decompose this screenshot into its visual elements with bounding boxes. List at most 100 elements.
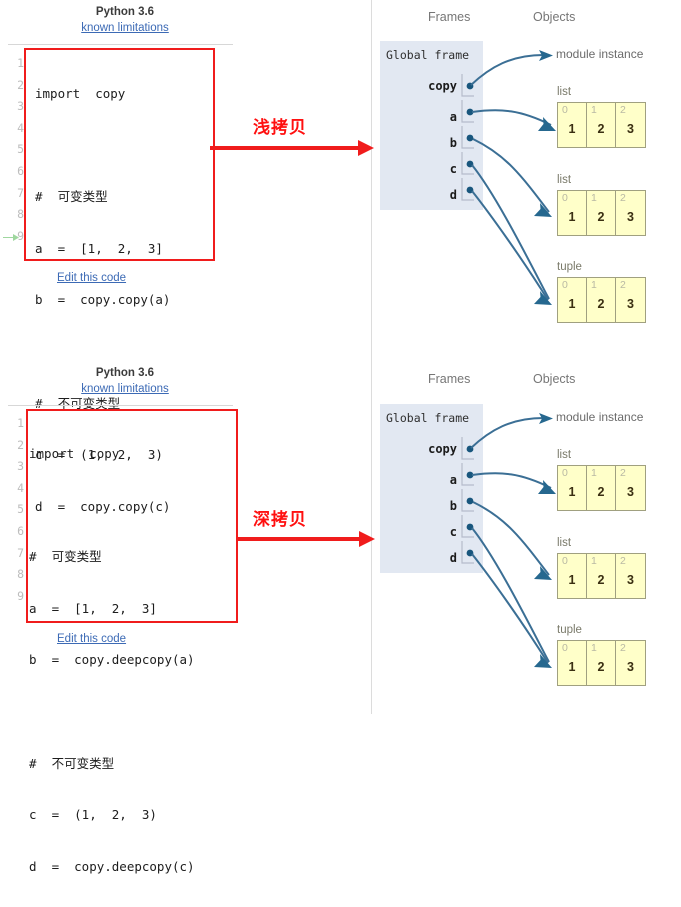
viz-pane-shallow: Frames Objects Global frame copy a b c d bbox=[371, 0, 681, 357]
cell-index: 1 bbox=[591, 192, 597, 204]
variable-c: c bbox=[449, 162, 457, 176]
cell-value: 3 bbox=[627, 122, 634, 136]
execution-pointer-icon bbox=[3, 234, 19, 241]
module-instance-label: module instance bbox=[556, 410, 644, 424]
object-cell: 0 1 bbox=[558, 466, 587, 510]
object-type-label: list bbox=[557, 86, 572, 98]
cell-value: 1 bbox=[568, 573, 576, 587]
variable-a: a bbox=[449, 110, 457, 124]
global-frame-title: Global frame bbox=[386, 411, 470, 425]
object-box-list-2: 0 1 1 2 2 3 bbox=[557, 553, 646, 599]
line-number: 6 bbox=[17, 163, 24, 178]
cell-value: 1 bbox=[568, 210, 576, 224]
line-number: 3 bbox=[17, 99, 24, 114]
edit-this-code-link[interactable]: Edit this code bbox=[57, 272, 126, 284]
line-number: 1 bbox=[17, 416, 24, 430]
annotation-arrow-deep bbox=[236, 531, 375, 547]
cell-index: 2 bbox=[620, 192, 626, 204]
line-number: 7 bbox=[17, 185, 24, 200]
cell-index: 0 bbox=[562, 555, 568, 567]
annotation-arrow-shallow bbox=[210, 140, 374, 156]
code-gutter: 1 2 3 4 5 6 7 8 9 bbox=[2, 413, 24, 607]
line-number: 3 bbox=[17, 459, 24, 474]
frames-header: Frames bbox=[428, 372, 471, 386]
object-cell: 0 1 bbox=[558, 554, 587, 598]
cell-value: 3 bbox=[627, 297, 634, 311]
object-cell: 0 1 bbox=[558, 103, 587, 147]
object-type-label: list bbox=[557, 449, 572, 461]
cell-index: 1 bbox=[591, 104, 597, 116]
cell-value: 1 bbox=[568, 660, 576, 674]
object-type-label: list bbox=[557, 537, 572, 549]
line-number: 8 bbox=[17, 567, 24, 582]
line-number: 6 bbox=[17, 523, 24, 538]
code-pane-shallow: Python 3.6 known limitations 1 2 3 4 5 6… bbox=[0, 0, 371, 514]
line-number: 4 bbox=[17, 120, 24, 135]
variable-copy: copy bbox=[428, 442, 457, 456]
object-cell: 2 3 bbox=[616, 103, 645, 147]
cell-index: 2 bbox=[620, 555, 626, 567]
cell-value: 3 bbox=[627, 660, 634, 674]
variable-a: a bbox=[449, 473, 457, 487]
known-limitations-link[interactable]: known limitations bbox=[30, 22, 220, 34]
cell-index: 0 bbox=[562, 642, 568, 654]
cell-index: 1 bbox=[591, 642, 597, 654]
object-cell: 1 2 bbox=[587, 103, 616, 147]
code-gutter: 1 2 3 4 5 6 7 8 9 bbox=[2, 53, 24, 247]
object-cell: 1 2 bbox=[587, 466, 616, 510]
cell-index: 1 bbox=[591, 279, 597, 291]
cell-index: 2 bbox=[620, 104, 626, 116]
cell-index: 2 bbox=[620, 467, 626, 479]
cell-index: 0 bbox=[562, 467, 568, 479]
cell-value: 2 bbox=[597, 573, 605, 587]
variable-copy: copy bbox=[428, 79, 457, 93]
panel-deep-copy: Python 3.6 known limitations 1 2 3 4 5 6… bbox=[0, 357, 681, 874]
object-type-label: list bbox=[557, 174, 572, 186]
line-number: 7 bbox=[17, 545, 24, 560]
cell-value: 2 bbox=[597, 210, 605, 224]
cell-index: 0 bbox=[562, 104, 568, 116]
line-number: 5 bbox=[17, 502, 24, 517]
variable-b: b bbox=[449, 499, 457, 513]
annotation-label-shallow: 浅拷贝 bbox=[253, 118, 307, 137]
variable-d: d bbox=[449, 188, 457, 202]
code-highlight-box bbox=[24, 48, 215, 261]
object-cell: 1 2 bbox=[587, 191, 616, 235]
object-cell: 1 2 bbox=[587, 641, 616, 685]
code-line: b = copy.copy(a) bbox=[35, 292, 171, 308]
global-frame-block bbox=[380, 41, 483, 210]
cell-index: 1 bbox=[591, 467, 597, 479]
global-frame-title: Global frame bbox=[386, 48, 470, 62]
object-cell: 2 3 bbox=[616, 554, 645, 598]
line-number: 8 bbox=[17, 207, 24, 222]
objects-header: Objects bbox=[533, 372, 576, 386]
variable-c: c bbox=[449, 525, 457, 539]
code-line: d = copy.deepcopy(c) bbox=[29, 858, 195, 874]
line-number: 5 bbox=[17, 142, 24, 157]
code-top-rule bbox=[8, 405, 233, 406]
module-instance-label: module instance bbox=[556, 47, 644, 61]
object-box-list-2: 0 1 1 2 2 3 bbox=[557, 190, 646, 236]
line-number: 2 bbox=[17, 437, 24, 452]
cell-value: 2 bbox=[597, 122, 605, 136]
python-version-label: Python 3.6 bbox=[95, 367, 155, 379]
object-box-tuple: 0 1 1 2 2 3 bbox=[557, 277, 646, 323]
panel-shallow-copy: Python 3.6 known limitations 1 2 3 4 5 6… bbox=[0, 0, 681, 514]
code-line: # 不可变类型 bbox=[29, 755, 115, 771]
viz-pane-deep: Frames Objects Global frame copy a b c d bbox=[371, 357, 681, 714]
object-cell: 2 3 bbox=[616, 278, 645, 322]
cell-value: 3 bbox=[627, 210, 634, 224]
annotation-label-deep: 深拷贝 bbox=[253, 510, 307, 529]
cell-index: 0 bbox=[562, 279, 568, 291]
object-cell: 2 3 bbox=[616, 466, 645, 510]
object-type-label: tuple bbox=[557, 624, 582, 636]
cell-index: 1 bbox=[591, 555, 597, 567]
object-cell: 0 1 bbox=[558, 191, 587, 235]
object-box-tuple: 0 1 1 2 2 3 bbox=[557, 640, 646, 686]
object-box-list-1: 0 1 1 2 2 3 bbox=[557, 465, 646, 511]
object-cell: 2 3 bbox=[616, 191, 645, 235]
edit-this-code-link[interactable]: Edit this code bbox=[57, 633, 126, 645]
object-cell: 1 2 bbox=[587, 554, 616, 598]
known-limitations-link[interactable]: known limitations bbox=[30, 383, 220, 395]
